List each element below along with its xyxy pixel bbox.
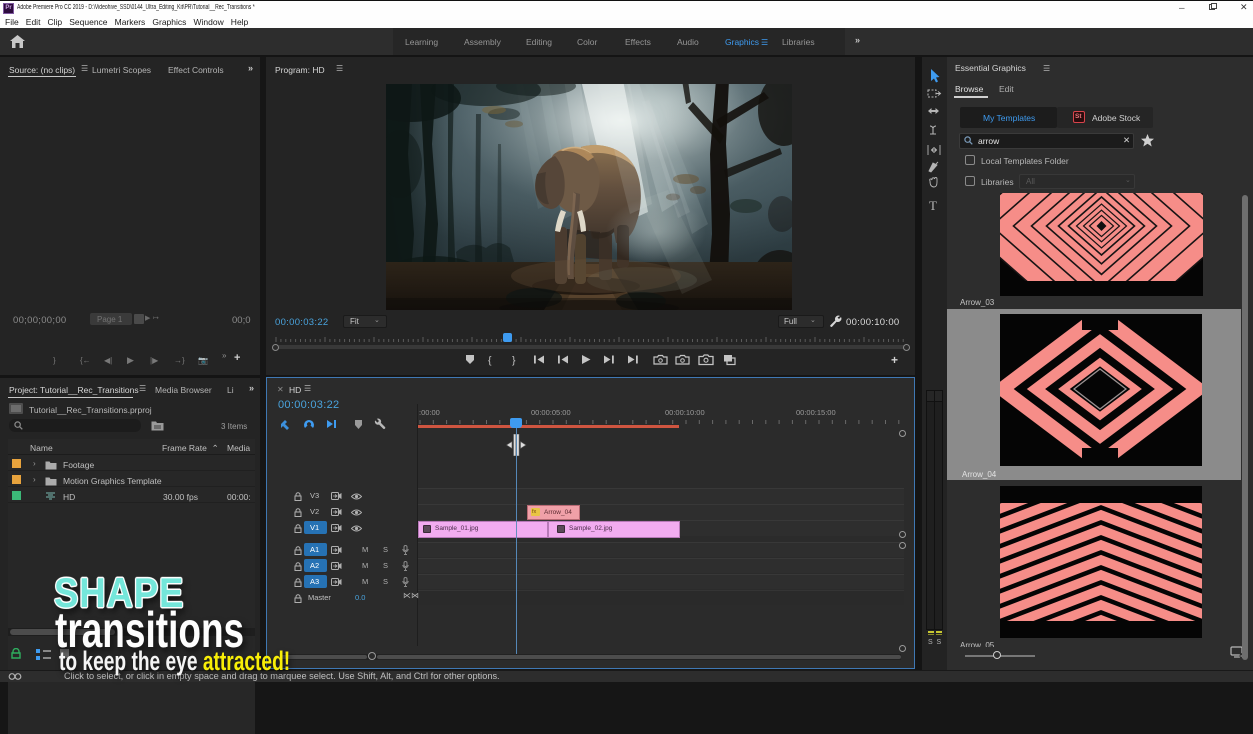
svg-text:{: { (488, 355, 492, 367)
svg-text:}: } (512, 355, 516, 367)
svg-text:T: T (929, 198, 937, 213)
